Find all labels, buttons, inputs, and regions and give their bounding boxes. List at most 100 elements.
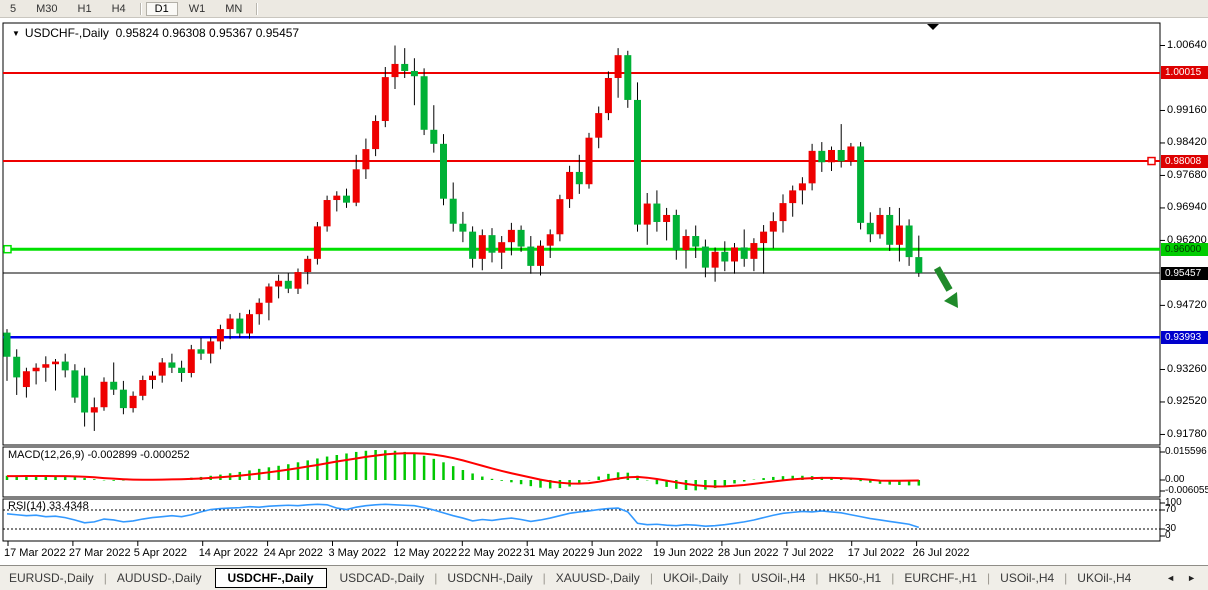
mt4-window: 5M30H1H4D1W1MN ▼USDCHF-,Daily 0.95824 0.… xyxy=(0,0,1208,589)
candle-body xyxy=(605,78,612,113)
candle-body xyxy=(547,234,554,245)
candle-body xyxy=(750,243,757,259)
candle-body xyxy=(71,370,78,397)
candle-body xyxy=(81,376,88,413)
candle-body xyxy=(595,113,602,138)
candle-body xyxy=(828,150,835,162)
candle-body xyxy=(653,204,660,222)
candle-body xyxy=(256,303,263,314)
candle-body xyxy=(168,362,175,367)
candle-body xyxy=(362,149,369,169)
candle-body xyxy=(52,362,59,365)
candle-body xyxy=(615,55,622,78)
price-badge-0.95457: 0.95457 xyxy=(1161,267,1208,280)
candle-body xyxy=(527,247,534,266)
candle-body xyxy=(23,371,30,387)
candle-body xyxy=(489,235,496,253)
candle-body xyxy=(130,396,137,408)
candle-body xyxy=(780,203,787,221)
candle-body xyxy=(498,242,505,253)
candle-body xyxy=(421,76,428,130)
candle-body xyxy=(33,368,40,372)
candle-body xyxy=(867,223,874,234)
candle-body xyxy=(42,364,49,368)
candle-body xyxy=(120,390,127,408)
candle-body xyxy=(62,362,69,371)
candle-body xyxy=(566,172,573,199)
candle-body xyxy=(314,226,321,258)
candle-body xyxy=(886,215,893,245)
candle-body xyxy=(217,329,224,341)
candle-body xyxy=(459,224,466,232)
candle-body xyxy=(663,215,670,222)
candle-body xyxy=(101,382,108,407)
candle-body xyxy=(295,272,302,289)
candle-body xyxy=(13,357,20,378)
candle-body xyxy=(644,204,651,225)
candle-body xyxy=(227,319,234,330)
candle-body xyxy=(343,196,350,203)
candle-body xyxy=(265,287,272,303)
candle-body xyxy=(760,232,767,243)
candle-body xyxy=(518,230,525,247)
candle-body xyxy=(430,130,437,144)
candle-body xyxy=(915,257,922,273)
candle-body xyxy=(576,172,583,184)
line-handle xyxy=(4,246,11,253)
chart-dropdown-icon[interactable]: ▼ xyxy=(12,29,20,38)
candle-body xyxy=(149,376,156,380)
chart-symbol-period: USDCHF-,Daily xyxy=(25,26,109,40)
chart-ohlc-values: 0.95824 0.96308 0.95367 0.95457 xyxy=(116,26,300,40)
line-handle xyxy=(1148,158,1155,165)
candle-body xyxy=(712,252,719,268)
price-badge-0.93993: 0.93993 xyxy=(1161,331,1208,344)
candle-body xyxy=(333,196,340,200)
candle-body xyxy=(4,333,11,357)
candle-body xyxy=(353,169,360,202)
candle-body xyxy=(198,349,205,353)
price-badge-1.00015: 1.00015 xyxy=(1161,66,1208,79)
candle-body xyxy=(857,146,864,222)
candle-body xyxy=(624,55,631,100)
candle-body xyxy=(236,319,243,334)
candle-body xyxy=(721,252,728,262)
main-price-pane xyxy=(3,23,1160,445)
candle-body xyxy=(877,215,884,234)
candle-body xyxy=(324,200,331,226)
candle-body xyxy=(285,281,292,289)
candle-body xyxy=(906,225,913,257)
chart-title: ▼ USDCHF-,Daily 0.95824 0.96308 0.95367 0… xyxy=(12,26,299,40)
candle-body xyxy=(508,230,515,242)
price-badge-0.96000: 0.96000 xyxy=(1161,243,1208,256)
candle-body xyxy=(896,225,903,244)
candle-body xyxy=(634,100,641,225)
candle-body xyxy=(372,121,379,149)
candle-body xyxy=(207,341,214,353)
candle-body xyxy=(382,77,389,121)
candle-body xyxy=(731,247,738,261)
candle-body xyxy=(799,183,806,190)
candle-body xyxy=(673,215,680,250)
candle-body xyxy=(159,362,166,375)
candle-body xyxy=(741,247,748,258)
candle-body xyxy=(275,281,282,287)
candle-body xyxy=(411,71,418,76)
candle-body xyxy=(789,190,796,203)
candle-body xyxy=(469,232,476,259)
candle-body xyxy=(770,221,777,232)
candle-body xyxy=(479,235,486,259)
rsi-pane xyxy=(3,499,1160,541)
candle-body xyxy=(450,199,457,224)
candle-body xyxy=(110,382,117,390)
candle-body xyxy=(401,64,408,71)
candle-body xyxy=(139,380,146,396)
rsi-indicator-label: RSI(14) 33.4348 xyxy=(8,500,89,512)
candle-body xyxy=(246,314,253,333)
candle-body xyxy=(809,151,816,183)
candle-body xyxy=(838,150,845,161)
candle-body xyxy=(178,368,185,373)
candle-body xyxy=(304,259,311,272)
candle-body xyxy=(537,246,544,266)
candle-body xyxy=(692,236,699,247)
chart-canvas[interactable] xyxy=(0,0,1208,589)
